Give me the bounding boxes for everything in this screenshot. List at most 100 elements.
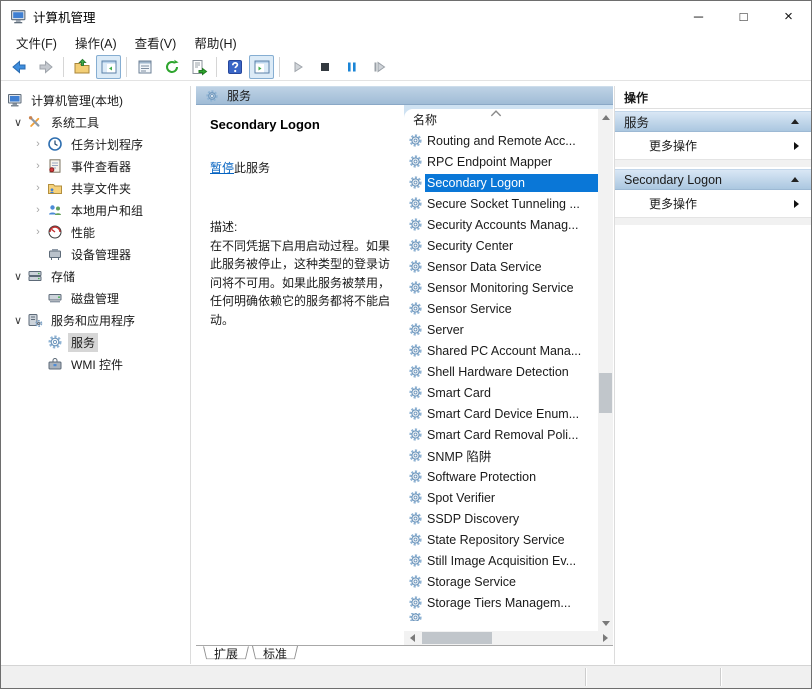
tree-item[interactable]: 磁盘管理 [1, 287, 190, 309]
scroll-right-icon[interactable] [597, 631, 613, 645]
tree-item[interactable]: ∨ 存储 [1, 265, 190, 287]
scroll-up-icon[interactable] [598, 109, 613, 125]
service-row[interactable]: Server [404, 319, 598, 340]
event-log-icon [47, 158, 63, 174]
service-row[interactable]: Secure Socket Tunneling ... [404, 193, 598, 214]
refresh-icon[interactable] [159, 55, 184, 79]
tree-item[interactable]: › 事件查看器 [1, 155, 190, 177]
gear-icon [408, 448, 423, 463]
tree-item[interactable]: WMI 控件 [1, 353, 190, 375]
tree-item[interactable]: ∨ 服务和应用程序 [1, 309, 190, 331]
menu-item[interactable]: 文件(F) [7, 31, 66, 54]
scroll-left-icon[interactable] [404, 631, 420, 645]
gear-icon [408, 238, 423, 253]
tree-item[interactable]: › 性能 [1, 221, 190, 243]
menu-item[interactable]: 查看(V) [126, 31, 186, 54]
service-row[interactable]: RPC Endpoint Mapper [404, 151, 598, 172]
tree-item[interactable]: 设备管理器 [1, 243, 190, 265]
tree-expander-icon[interactable]: ∨ [9, 270, 27, 283]
restart-service-icon[interactable] [366, 55, 391, 79]
tree-expander-icon[interactable]: › [29, 138, 47, 150]
pause-service-icon[interactable] [339, 55, 364, 79]
action-pane-toggle-icon[interactable] [249, 54, 274, 79]
service-row[interactable]: Shared PC Account Mana... [404, 340, 598, 361]
menubar: 文件(F) 操作(A) 查看(V) 帮助(H) [1, 31, 811, 53]
action-section-header[interactable]: Secondary Logon [615, 169, 811, 190]
tree-expander-icon[interactable]: ∨ [9, 116, 27, 129]
computer-icon [10, 8, 27, 25]
description-label: 描述: [210, 220, 238, 234]
tree-expander-icon[interactable]: › [29, 182, 47, 194]
gear-icon [408, 613, 423, 621]
gear-icon [408, 217, 423, 232]
tree-expander-icon[interactable]: › [29, 160, 47, 172]
service-row[interactable]: Security Center [404, 235, 598, 256]
forward-icon[interactable] [33, 55, 58, 79]
toolbar-button [63, 56, 64, 77]
vertical-scrollbar[interactable] [598, 109, 613, 631]
gear-icon [408, 532, 423, 547]
selected-service-title: Secondary Logon [210, 117, 320, 132]
maximize-button[interactable]: □ [721, 1, 766, 31]
service-row[interactable]: Sensor Monitoring Service [404, 277, 598, 298]
minimize-button[interactable]: ─ [676, 1, 721, 31]
tree-item[interactable]: › 任务计划程序 [1, 133, 190, 155]
pane-header: 服务 [196, 86, 613, 105]
service-row[interactable]: Routing and Remote Acc... [404, 130, 598, 151]
tree-expander-icon[interactable]: › [29, 226, 47, 238]
view-tabs: 扩展 标准 [196, 645, 613, 664]
action-section-header[interactable]: 服务 [615, 111, 811, 132]
more-actions-item[interactable]: 更多操作 [615, 132, 811, 159]
start-service-icon[interactable] [285, 55, 310, 79]
service-row[interactable]: Sensor Data Service [404, 256, 598, 277]
menu-item[interactable]: 帮助(H) [185, 31, 245, 54]
tree-item[interactable]: 服务 [1, 331, 190, 353]
scrollbar-thumb[interactable] [599, 373, 612, 413]
gear-icon [408, 154, 423, 169]
tree-item[interactable]: › 共享文件夹 [1, 177, 190, 199]
collapse-icon [791, 119, 799, 124]
tree-expander-icon[interactable]: ∨ [9, 314, 27, 327]
service-row[interactable]: Sensor Service [404, 298, 598, 319]
service-row[interactable]: SSDP Discovery [404, 508, 598, 529]
back-icon[interactable] [6, 55, 31, 79]
tree-expander-icon[interactable]: › [29, 204, 47, 216]
tree-item[interactable]: 计算机管理(本地) [1, 89, 190, 111]
service-row[interactable]: Still Image Acquisition Ev... [404, 550, 598, 571]
properties-icon[interactable] [132, 55, 157, 79]
view-tab[interactable]: 扩展 [203, 646, 249, 664]
scrollbar-thumb[interactable] [422, 632, 492, 644]
menu-item[interactable]: 操作(A) [66, 31, 126, 54]
view-tab[interactable]: 标准 [252, 646, 298, 664]
service-row[interactable]: Shell Hardware Detection [404, 361, 598, 382]
service-row[interactable]: Smart Card [404, 382, 598, 403]
service-row[interactable]: Smart Card Device Enum... [404, 403, 598, 424]
gear-icon [408, 406, 423, 421]
horizontal-scrollbar[interactable] [404, 631, 613, 645]
stop-service-icon[interactable] [312, 55, 337, 79]
scroll-down-icon[interactable] [598, 615, 613, 631]
service-row[interactable]: Storage Tiers Managem... [404, 592, 598, 613]
service-row[interactable]: Smart Card Removal Poli... [404, 424, 598, 445]
gear-icon [408, 364, 423, 379]
pause-service-link[interactable]: 暂停 [210, 161, 234, 175]
service-row[interactable] [404, 613, 598, 621]
service-row[interactable]: Software Protection [404, 466, 598, 487]
toolbar-button [216, 56, 217, 77]
service-row[interactable]: Spot Verifier [404, 487, 598, 508]
service-row[interactable]: Storage Service [404, 571, 598, 592]
gear-icon [408, 385, 423, 400]
close-button[interactable]: × [766, 1, 811, 31]
name-column-header[interactable]: 名称 [404, 109, 613, 130]
tree-item[interactable]: ∨ 系统工具 [1, 111, 190, 133]
service-row[interactable]: State Repository Service [404, 529, 598, 550]
more-actions-item[interactable]: 更多操作 [615, 190, 811, 217]
service-row[interactable]: SNMP 陷阱 [404, 445, 598, 466]
export-list-icon[interactable] [186, 55, 211, 79]
console-tree-toggle-icon[interactable] [96, 54, 121, 79]
tree-item[interactable]: › 本地用户和组 [1, 199, 190, 221]
help-icon[interactable] [222, 55, 247, 79]
up-folder-icon[interactable] [69, 55, 94, 79]
service-row[interactable]: Secondary Logon [404, 172, 598, 193]
service-row[interactable]: Security Accounts Manag... [404, 214, 598, 235]
